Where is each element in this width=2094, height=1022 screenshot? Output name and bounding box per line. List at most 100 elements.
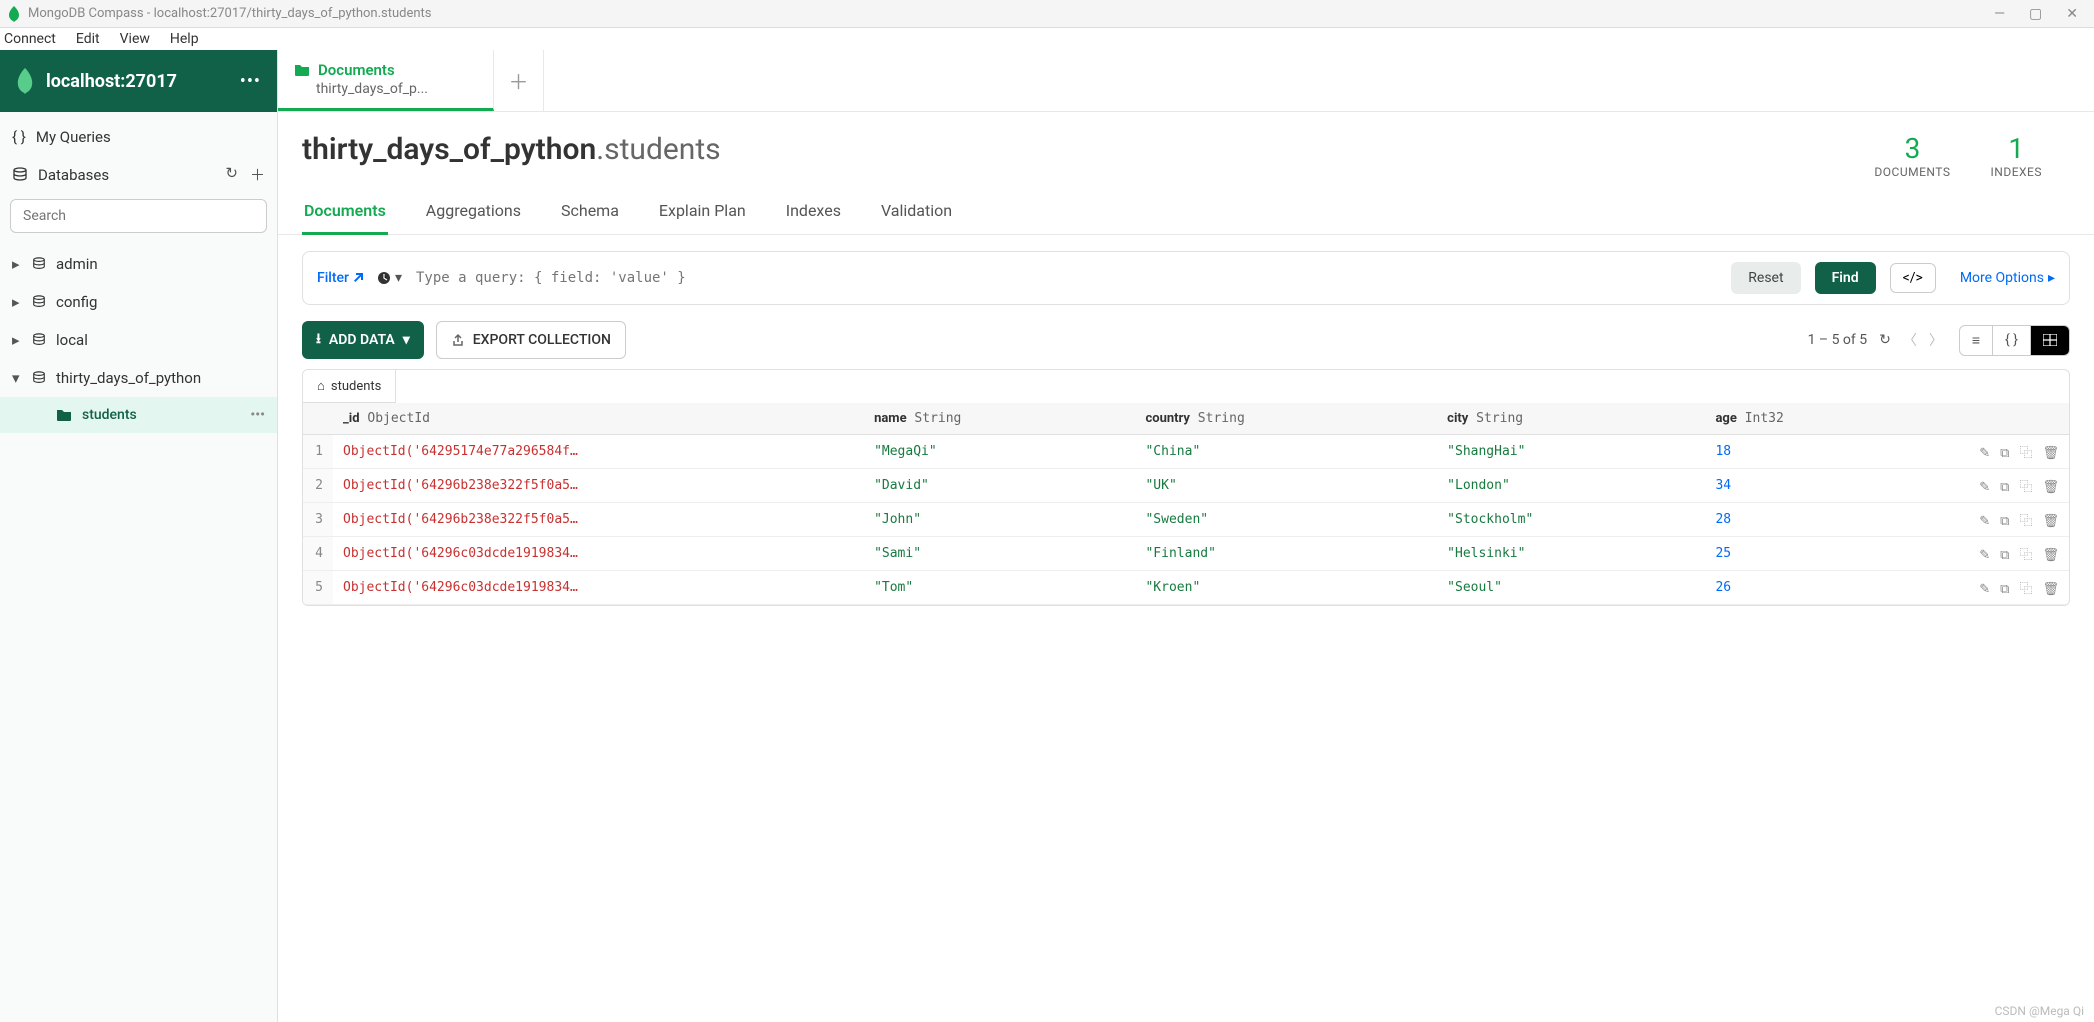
filter-link[interactable]: Filter: [317, 270, 363, 286]
subtab-aggregations[interactable]: Aggregations: [424, 189, 523, 234]
cell-id[interactable]: ObjectId('64296b238e322f5f0a5…: [333, 469, 864, 503]
subtab-documents[interactable]: Documents: [302, 189, 388, 235]
my-queries-link[interactable]: { } My Queries: [0, 112, 277, 154]
db-item-thirty-days[interactable]: ▾thirty_days_of_python: [0, 359, 277, 397]
column-name[interactable]: name String: [864, 403, 1135, 435]
cell-age[interactable]: 25: [1705, 537, 1929, 571]
delete-icon[interactable]: 🗑: [2042, 446, 2059, 461]
cell-id[interactable]: ObjectId('64295174e77a296584f…: [333, 435, 864, 469]
cell-name[interactable]: "Sami": [864, 537, 1135, 571]
cell-name[interactable]: "John": [864, 503, 1135, 537]
view-list-button[interactable]: ≡: [1960, 326, 1992, 355]
find-button[interactable]: Find: [1815, 262, 1876, 294]
prev-page-icon[interactable]: 〈: [1903, 330, 1917, 350]
cell-city[interactable]: "London": [1437, 469, 1705, 503]
db-item-admin[interactable]: ▸admin: [0, 245, 277, 283]
copy-icon[interactable]: ⧉: [2000, 480, 2009, 495]
edit-icon[interactable]: ✎: [1979, 548, 1990, 563]
copy-icon[interactable]: ⧉: [2000, 548, 2009, 563]
code-toggle-button[interactable]: </>: [1890, 263, 1936, 293]
clone-icon[interactable]: ⿻: [2019, 480, 2032, 495]
cell-city[interactable]: "Stockholm": [1437, 503, 1705, 537]
edit-icon[interactable]: ✎: [1979, 446, 1990, 461]
cell-city[interactable]: "ShangHai": [1437, 435, 1705, 469]
cell-age[interactable]: 34: [1705, 469, 1929, 503]
clone-icon[interactable]: ⿻: [2019, 582, 2032, 597]
next-page-icon[interactable]: 〉: [1929, 330, 1943, 350]
table-row[interactable]: 5ObjectId('64296c03dcde1919834…"Tom""Kro…: [303, 571, 2069, 605]
menu-help[interactable]: Help: [170, 31, 199, 47]
db-item-config[interactable]: ▸config: [0, 283, 277, 321]
cell-city[interactable]: "Seoul": [1437, 571, 1705, 605]
cell-country[interactable]: "UK": [1135, 469, 1437, 503]
subtab-schema[interactable]: Schema: [559, 189, 621, 234]
column-country[interactable]: country String: [1135, 403, 1437, 435]
cell-name[interactable]: "MegaQi": [864, 435, 1135, 469]
refresh-icon[interactable]: ↻: [1879, 332, 1891, 348]
cell-country[interactable]: "China": [1135, 435, 1437, 469]
refresh-icon[interactable]: ↻: [225, 164, 238, 185]
column-city[interactable]: city String: [1437, 403, 1705, 435]
cell-id[interactable]: ObjectId('64296c03dcde1919834…: [333, 571, 864, 605]
menu-edit[interactable]: Edit: [76, 31, 100, 47]
clone-icon[interactable]: ⿻: [2019, 514, 2032, 529]
collection-menu-icon[interactable]: •••: [250, 407, 265, 423]
reset-button[interactable]: Reset: [1731, 262, 1800, 294]
edit-icon[interactable]: ✎: [1979, 582, 1990, 597]
cell-age[interactable]: 26: [1705, 571, 1929, 605]
close-button[interactable]: ✕: [2066, 6, 2078, 22]
table-row[interactable]: 3ObjectId('64296b238e322f5f0a5…"John""Sw…: [303, 503, 2069, 537]
menu-connect[interactable]: Connect: [4, 31, 56, 47]
edit-icon[interactable]: ✎: [1979, 480, 1990, 495]
clone-icon[interactable]: ⿻: [2019, 548, 2032, 563]
column-age[interactable]: age Int32: [1705, 403, 1929, 435]
tab-documents[interactable]: Documents thirty_days_of_p...: [278, 50, 494, 111]
table-row[interactable]: 2ObjectId('64296b238e322f5f0a5…"David""U…: [303, 469, 2069, 503]
subtab-explain[interactable]: Explain Plan: [657, 189, 748, 234]
row-number: 2: [303, 469, 333, 503]
maximize-button[interactable]: ▢: [2029, 6, 2042, 22]
copy-icon[interactable]: ⧉: [2000, 514, 2009, 529]
delete-icon[interactable]: 🗑: [2042, 582, 2059, 597]
sidebar-search-input[interactable]: [10, 199, 267, 233]
delete-icon[interactable]: 🗑: [2042, 514, 2059, 529]
db-item-local[interactable]: ▸local: [0, 321, 277, 359]
cell-name[interactable]: "David": [864, 469, 1135, 503]
delete-icon[interactable]: 🗑: [2042, 548, 2059, 563]
delete-icon[interactable]: 🗑: [2042, 480, 2059, 495]
watermark: CSDN @Mega Qi: [1995, 1004, 2084, 1018]
menu-view[interactable]: View: [120, 31, 150, 47]
table-tab-students[interactable]: ⌂students: [303, 370, 396, 403]
add-data-button[interactable]: ⭳ADD DATA▾: [302, 321, 424, 359]
more-options-link[interactable]: More Options ▸: [1960, 270, 2055, 286]
column-_id[interactable]: _id ObjectId: [333, 403, 864, 435]
view-json-button[interactable]: { }: [1992, 326, 2030, 355]
cell-city[interactable]: "Helsinki": [1437, 537, 1705, 571]
cell-name[interactable]: "Tom": [864, 571, 1135, 605]
history-button[interactable]: ▾: [377, 270, 402, 286]
edit-icon[interactable]: ✎: [1979, 514, 1990, 529]
view-table-button[interactable]: [2030, 326, 2069, 355]
cell-id[interactable]: ObjectId('64296c03dcde1919834…: [333, 537, 864, 571]
subtab-validation[interactable]: Validation: [879, 189, 954, 234]
clone-icon[interactable]: ⿻: [2019, 446, 2032, 461]
minimize-button[interactable]: —: [1994, 6, 2005, 22]
cell-country[interactable]: "Sweden": [1135, 503, 1437, 537]
collection-item-students[interactable]: students •••: [0, 397, 277, 433]
subtab-indexes[interactable]: Indexes: [784, 189, 843, 234]
connection-menu-icon[interactable]: •••: [240, 71, 261, 92]
cell-age[interactable]: 18: [1705, 435, 1929, 469]
add-database-icon[interactable]: ＋: [250, 164, 265, 185]
table-row[interactable]: 4ObjectId('64296c03dcde1919834…"Sami""Fi…: [303, 537, 2069, 571]
cell-country[interactable]: "Finland": [1135, 537, 1437, 571]
copy-icon[interactable]: ⧉: [2000, 582, 2009, 597]
copy-icon[interactable]: ⧉: [2000, 446, 2009, 461]
cell-country[interactable]: "Kroen": [1135, 571, 1437, 605]
cell-age[interactable]: 28: [1705, 503, 1929, 537]
new-tab-button[interactable]: ＋: [494, 50, 544, 111]
export-collection-button[interactable]: EXPORT COLLECTION: [436, 321, 626, 359]
mongodb-leaf-icon: [16, 68, 34, 94]
cell-id[interactable]: ObjectId('64296b238e322f5f0a5…: [333, 503, 864, 537]
table-row[interactable]: 1ObjectId('64295174e77a296584f…"MegaQi""…: [303, 435, 2069, 469]
query-input[interactable]: [416, 270, 1717, 286]
